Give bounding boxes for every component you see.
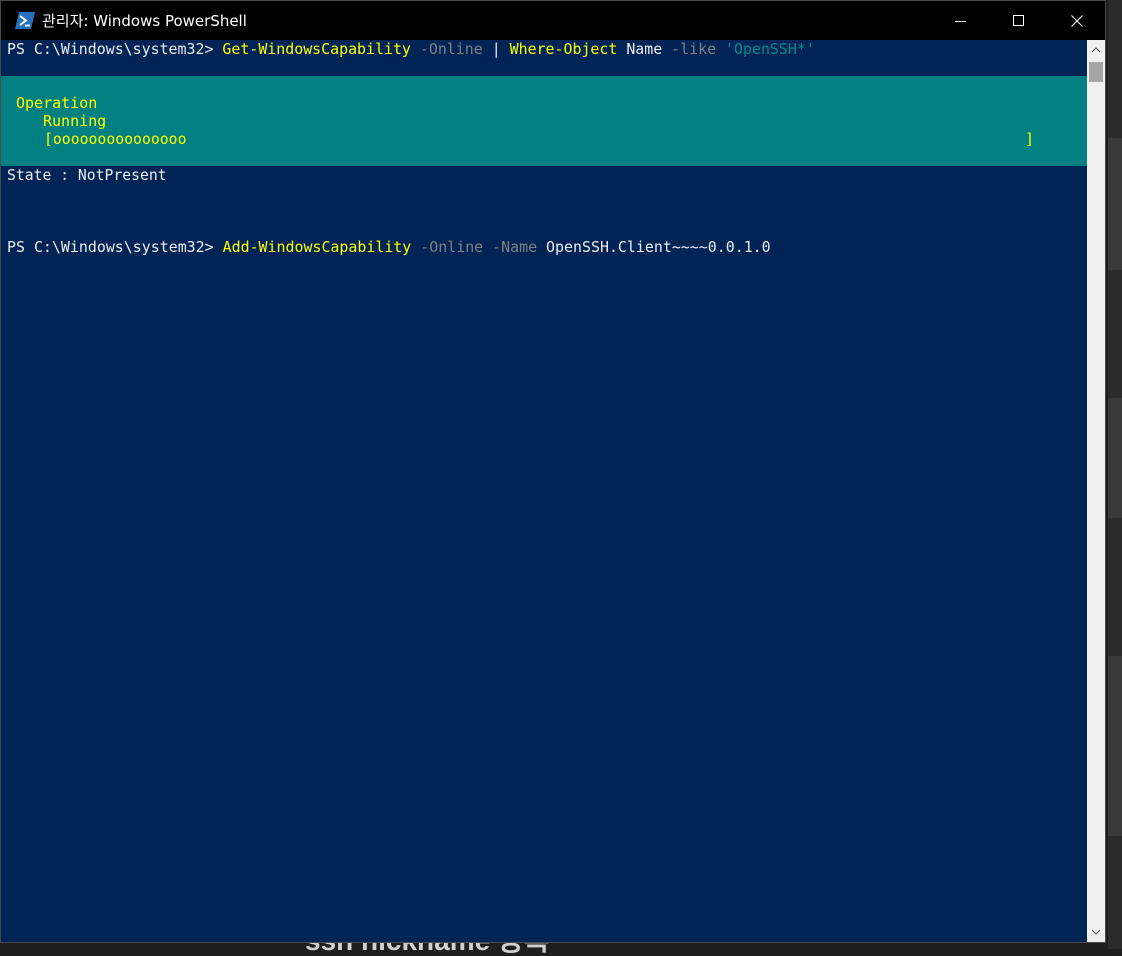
command-line-add-capability: PS C:\Windows\system32> Add-WindowsCapab…: [7, 238, 771, 256]
cmdlet-where-object: Where-Object: [509, 40, 618, 58]
powershell-icon: [15, 12, 35, 29]
minimize-button[interactable]: [932, 1, 990, 40]
maximize-icon: [1013, 14, 1024, 26]
state-output: State : NotPresent: [7, 166, 167, 184]
argument-name: Name: [617, 40, 672, 58]
prompt: PS C:\Windows\system32>: [7, 238, 223, 256]
minimize-icon: [955, 20, 966, 22]
maximize-button[interactable]: [990, 1, 1048, 40]
cmdlet-add-windowscapability: Add-WindowsCapability: [222, 238, 412, 256]
string-opensshwildcard: 'OpenSSH*': [725, 40, 815, 58]
progress-status: Running: [43, 112, 107, 130]
background-window-edge: [1108, 0, 1122, 949]
window-title: 관리자: Windows PowerShell: [42, 12, 247, 30]
progress-bar-end: ]: [1025, 130, 1035, 148]
prompt: PS C:\Windows\system32>: [7, 40, 223, 58]
command-line-get-capability: PS C:\Windows\system32> Get-WindowsCapab…: [7, 40, 815, 58]
console-output[interactable]: PS C:\Windows\system32> Get-WindowsCapab…: [1, 40, 1087, 942]
parameter-online: -Online: [411, 238, 493, 256]
scrollbar-thumb[interactable]: [1089, 62, 1103, 82]
close-icon: [1071, 14, 1083, 27]
scroll-up-button[interactable]: [1087, 40, 1105, 60]
argument-openssh-client: OpenSSH.Client~~~~0.0.1.0: [546, 238, 771, 256]
scroll-down-button[interactable]: [1087, 922, 1105, 942]
progress-panel: Operation Running [ooooooooooooooo ]: [1, 76, 1087, 166]
progress-bar: [ooooooooooooooo: [43, 130, 187, 148]
parameter-like: -like: [671, 40, 726, 58]
parameter-name: -Name: [492, 238, 547, 256]
powershell-window[interactable]: 관리자: Windows PowerShell PS C:\Windows\sy…: [0, 0, 1106, 943]
title-bar[interactable]: 관리자: Windows PowerShell: [1, 1, 1105, 40]
pipe-operator: |: [491, 40, 501, 58]
progress-operation: Operation: [16, 94, 98, 112]
chevron-down-icon: [1091, 929, 1101, 935]
vertical-scrollbar[interactable]: [1087, 40, 1105, 942]
cmdlet-get-windowscapability: Get-WindowsCapability: [222, 40, 411, 58]
chevron-up-icon: [1091, 47, 1101, 53]
parameter-online: -Online: [410, 40, 492, 58]
close-button[interactable]: [1048, 1, 1105, 40]
